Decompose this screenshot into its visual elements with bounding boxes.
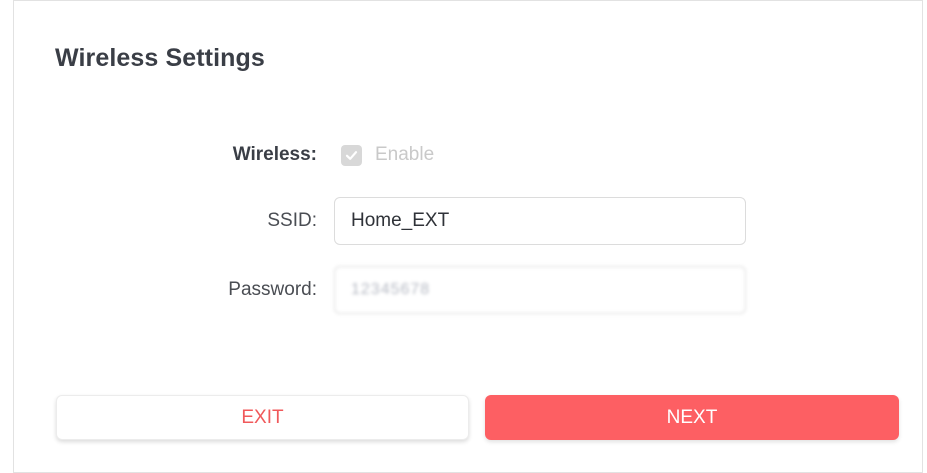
enable-checkbox-label: Enable [375,144,435,165]
checkmark-icon [345,150,358,160]
wireless-label: Wireless: [232,144,317,165]
next-button[interactable]: NEXT [485,395,899,440]
ssid-row: SSID: [14,197,922,245]
page-title: Wireless Settings [55,44,265,72]
wireless-enable-toggle[interactable]: Enable [341,131,434,179]
enable-checkbox[interactable] [341,144,362,166]
wireless-settings-panel: Wireless Settings Wireless: Enable SSID:… [13,0,923,473]
ssid-input[interactable] [334,197,746,245]
exit-button[interactable]: EXIT [56,395,469,440]
wireless-row: Wireless: Enable [14,131,922,179]
password-input[interactable] [334,266,746,314]
password-row: Password: [14,266,922,314]
ssid-label: SSID: [267,210,317,231]
password-label: Password: [228,279,317,300]
